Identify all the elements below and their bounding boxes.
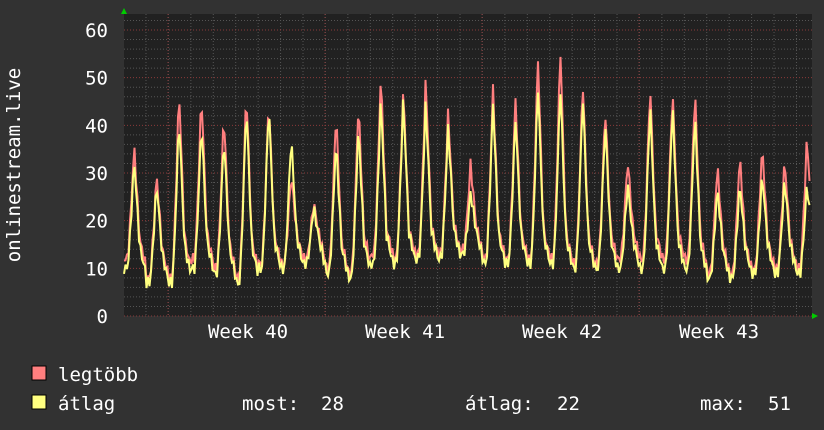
legend-swatch-avg: [31, 394, 47, 410]
stat-max-label: max:: [700, 393, 746, 415]
legend-swatch-max: [31, 365, 47, 381]
y-tick-label: 20: [85, 211, 108, 233]
x-tick-label: Week 41: [365, 321, 445, 343]
y-axis-label: onlinestream.live: [3, 68, 25, 262]
y-tick-label: 30: [85, 163, 108, 185]
y-axis-arrow-icon: [121, 8, 127, 14]
x-tick-label: Week 40: [208, 321, 288, 343]
stat-now-value: 28: [321, 393, 344, 415]
chart: 0 10 20 30 40 50 60 Week 40 Week 41 Week 42 We…: [3, 8, 818, 415]
legend: legtöbb átlag most: 28 átlag: 22 max: 51: [31, 364, 791, 415]
x-tick-label: Week 42: [522, 321, 602, 343]
legend-label-max: legtöbb: [58, 364, 138, 386]
stat-avg-value: 22: [557, 393, 580, 415]
x-axis-ticks: Week 40 Week 41 Week 42 Week 43: [208, 321, 759, 343]
legend-label-avg: átlag: [58, 393, 115, 415]
y-tick-label: 50: [85, 68, 108, 90]
stat-now-label: most:: [242, 393, 299, 415]
y-tick-label: 60: [85, 20, 108, 42]
y-tick-label: 40: [85, 115, 108, 137]
y-tick-label: 0: [97, 306, 108, 328]
y-tick-label: 10: [85, 258, 108, 280]
y-axis-ticks: 0 10 20 30 40 50 60: [85, 20, 108, 328]
stat-max-value: 51: [768, 393, 791, 415]
x-tick-label: Week 43: [679, 321, 759, 343]
x-axis-arrow-icon: [812, 313, 818, 319]
stat-avg-label: átlag:: [465, 393, 534, 415]
